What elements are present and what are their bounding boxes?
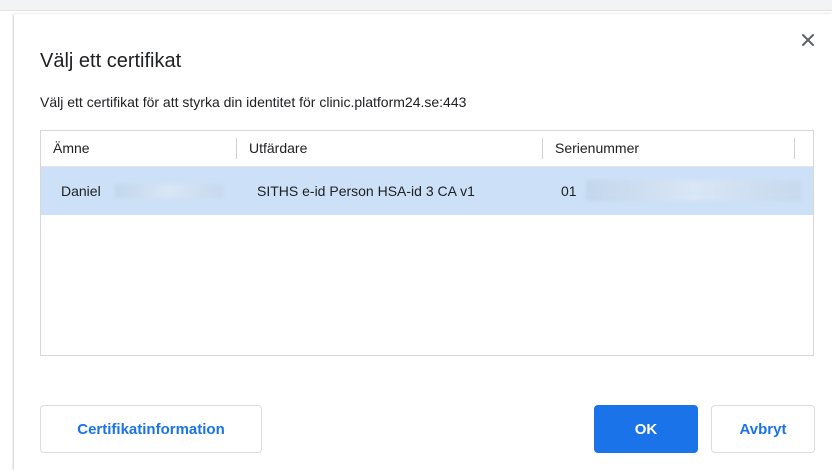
- close-icon: [802, 34, 814, 46]
- column-separator[interactable]: [794, 138, 795, 159]
- redacted-serial: [586, 193, 801, 201]
- column-header-issuer[interactable]: Utfärdare: [237, 131, 542, 166]
- cell-issuer: SITHS e-id Person HSA-id 3 CA v1: [257, 183, 475, 199]
- table-row[interactable]: Daniel SITHS e-id Person HSA-id 3 CA v1 …: [41, 167, 813, 215]
- browser-top-bar: [0, 0, 832, 11]
- redacted-subject: [115, 184, 223, 198]
- cell-subject: Daniel: [61, 183, 101, 199]
- dialog-subtitle: Välj ett certifikat för att styrka din i…: [40, 94, 467, 110]
- certificate-info-button[interactable]: Certifikatinformation: [40, 405, 262, 453]
- table-header: Ämne Utfärdare Serienummer: [41, 131, 813, 167]
- ok-button[interactable]: OK: [594, 405, 698, 453]
- column-header-subject[interactable]: Ämne: [41, 131, 236, 166]
- cell-serial: 01: [561, 183, 577, 199]
- dialog-title: Välj ett certifikat: [40, 50, 182, 72]
- cancel-button[interactable]: Avbryt: [711, 405, 815, 453]
- column-header-serial[interactable]: Serienummer: [543, 131, 793, 166]
- close-button[interactable]: [796, 28, 820, 52]
- certificate-table: Ämne Utfärdare Serienummer Daniel SITHS …: [40, 130, 814, 356]
- redacted-serial: [586, 180, 801, 194]
